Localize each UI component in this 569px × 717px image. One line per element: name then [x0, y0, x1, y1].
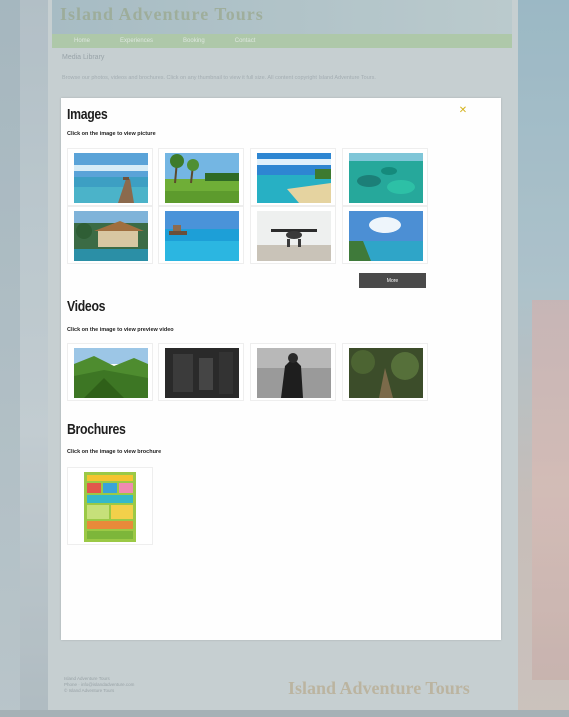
brochures-title: Brochures [67, 421, 126, 438]
image-thumb-sandy-shore[interactable] [250, 148, 336, 206]
resort-lodge-image [74, 211, 148, 261]
videos-subtitle: Click on the image to view preview video [67, 327, 174, 333]
video-thumb-dark-interior[interactable] [158, 343, 244, 401]
image-thumb-resort-lodge[interactable] [67, 206, 153, 264]
lagoon-dock-image [165, 211, 239, 261]
close-icon[interactable]: ✕ [458, 106, 468, 116]
brochure-thumb-tour-brochure[interactable] [67, 467, 153, 545]
jungle-trail-image [349, 348, 423, 398]
video-thumb-forest-valley[interactable] [67, 343, 153, 401]
image-thumb-pier-beach[interactable] [67, 148, 153, 206]
black-white-figure-image [257, 348, 331, 398]
videos-title: Videos [67, 298, 106, 315]
media-modal: ✕ Images Click on the image to view pict… [61, 98, 501, 640]
more-button[interactable]: More [359, 273, 426, 288]
images-title: Images [67, 106, 108, 123]
image-thumb-lagoon-dock[interactable] [158, 206, 244, 264]
images-subtitle: Click on the image to view picture [67, 131, 156, 137]
video-thumb-black-white-figure[interactable] [250, 343, 336, 401]
dark-interior-image [165, 348, 239, 398]
seaplane-image [257, 211, 331, 261]
image-thumb-seaplane[interactable] [250, 206, 336, 264]
coral-reef-image [349, 153, 423, 203]
island-coast-image [349, 211, 423, 261]
sandy-shore-image [257, 153, 331, 203]
video-thumb-jungle-trail[interactable] [342, 343, 428, 401]
brochures-subtitle: Click on the image to view brochure [67, 449, 162, 455]
image-thumb-palm-lawn[interactable] [158, 148, 244, 206]
pier-beach-image [74, 153, 148, 203]
forest-valley-image [74, 348, 148, 398]
palm-lawn-image [165, 153, 239, 203]
image-thumb-coral-reef[interactable] [342, 148, 428, 206]
image-thumb-island-coast[interactable] [342, 206, 428, 264]
tour-brochure-image [84, 472, 136, 542]
